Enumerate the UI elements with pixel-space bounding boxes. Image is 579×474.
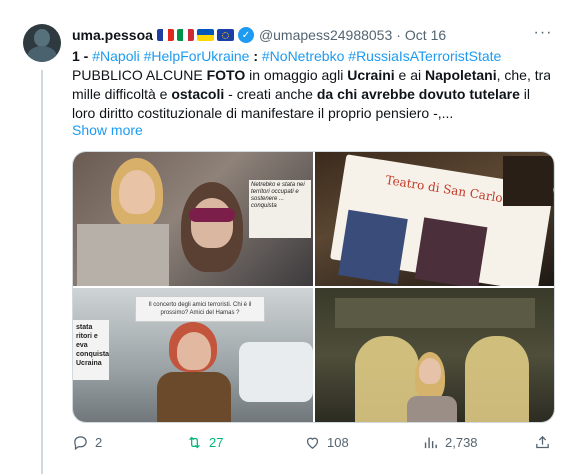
tweet[interactable]: uma.pessoa ✓ @umapess24988053 · Oct 16 ·… xyxy=(0,0,579,474)
tweet-header: uma.pessoa ✓ @umapess24988053 · Oct 16 xyxy=(72,26,446,44)
thread-number: 1 - xyxy=(72,48,93,64)
author-handle[interactable]: @umapess24988053 xyxy=(259,27,392,43)
tweet-text-line-2: PUBBLICO ALCUNE FOTO in omaggio agli Ucr… xyxy=(72,66,550,85)
tweet-text-line-3: mille difficoltà e ostacoli - creati anc… xyxy=(72,85,550,104)
avatar-shoulders xyxy=(27,46,57,62)
flag-emojis xyxy=(156,29,234,41)
text-bold-segment: FOTO xyxy=(206,67,246,83)
share-button[interactable] xyxy=(534,432,551,452)
text-segment: in omaggio agli xyxy=(245,67,348,83)
tweet-date[interactable]: Oct 16 xyxy=(405,27,446,43)
photo-body xyxy=(407,396,457,422)
like-count: 108 xyxy=(327,434,349,450)
tweet-text-line-1: 1 - #Napoli #HelpForUkraine : #NoNetrebk… xyxy=(72,47,550,66)
text-bold-segment: da chi avrebbe dovuto tutelare xyxy=(316,86,520,102)
photo-car xyxy=(239,342,313,402)
heart-icon xyxy=(306,437,319,449)
text-segment: il xyxy=(519,86,531,102)
colon-separator: : xyxy=(249,48,262,64)
tweet-actions: 2 27 108 2,738 xyxy=(72,432,555,452)
photo-person xyxy=(338,209,408,285)
tweet-text-line-4: loro diritto costituzionale di manifesta… xyxy=(72,105,454,121)
text-segment: mille difficoltà e xyxy=(72,86,172,102)
photo-4[interactable] xyxy=(315,288,554,422)
author-name[interactable]: uma.pessoa xyxy=(72,27,153,43)
hashtag-russiaisaterroriststate[interactable]: #RussiaIsATerroristState xyxy=(348,48,501,64)
photo-poster xyxy=(77,224,169,286)
avatar-head xyxy=(34,29,50,47)
text-bold-segment: ostacoli xyxy=(171,86,225,102)
hashtag-helpforukraine[interactable]: #HelpForUkraine xyxy=(144,48,250,64)
protest-sign-side: stata ritori e eva conquista Ucraina xyxy=(73,320,109,380)
photo-building xyxy=(503,156,553,206)
mask-shape xyxy=(189,208,235,222)
verified-badge-icon: ✓ xyxy=(237,27,254,43)
photo-arch xyxy=(465,336,529,422)
photo-face xyxy=(177,332,211,370)
reply-count: 2 xyxy=(95,434,103,450)
photo-face xyxy=(419,358,441,384)
photo-face xyxy=(119,170,155,214)
text-bold-segment: Ucraini xyxy=(347,67,395,83)
hashtag-napoli[interactable]: #Napoli xyxy=(92,48,139,64)
text-segment: , che, tra xyxy=(496,67,550,83)
text-segment: e ai xyxy=(394,67,426,83)
separator-dot: · xyxy=(396,27,401,43)
photo-3[interactable]: Il concerto degli amici terroristi. Chi … xyxy=(73,288,313,422)
views-count: 2,738 xyxy=(445,434,478,450)
photo-1[interactable]: Netrebko e stata nei territori occupati … xyxy=(73,152,313,286)
photo-face xyxy=(191,198,233,248)
retweet-button[interactable]: 27 xyxy=(186,432,223,452)
hashtag-nonetrebko[interactable]: #NoNetrebko xyxy=(262,48,345,64)
photo-facade xyxy=(335,298,535,328)
views-button[interactable]: 2,738 xyxy=(422,432,478,452)
reply-button[interactable]: 2 xyxy=(72,432,102,452)
avatar[interactable] xyxy=(23,24,61,62)
more-options-icon[interactable]: ··· xyxy=(532,25,554,44)
show-more-link[interactable]: Show more xyxy=(72,122,143,138)
share-icon xyxy=(536,435,549,448)
photo-body xyxy=(157,372,231,422)
retweet-count: 27 xyxy=(209,434,224,450)
reply-icon xyxy=(74,435,87,450)
media-grid: Netrebko e stata nei territori occupati … xyxy=(72,151,555,423)
tweet-text: 1 - #Napoli #HelpForUkraine : #NoNetrebk… xyxy=(72,47,550,123)
protest-sign: Netrebko e stata nei territori occupati … xyxy=(249,180,311,238)
eu-flag-icon xyxy=(216,29,234,41)
ukraine-flag-icon xyxy=(196,29,214,41)
france-flag-icon xyxy=(156,29,174,41)
italy-flag-icon xyxy=(176,29,194,41)
photo-person xyxy=(414,217,488,286)
text-segment: - creati anche xyxy=(224,86,317,102)
text-segment: PUBBLICO ALCUNE xyxy=(72,67,207,83)
views-bar-chart-icon xyxy=(424,437,437,448)
like-button[interactable]: 108 xyxy=(304,432,349,452)
text-bold-segment: Napoletani xyxy=(425,67,497,83)
photo-2[interactable]: Teatro di San Carlo xyxy=(315,152,554,286)
protest-banner: Il concerto degli amici terroristi. Chi … xyxy=(135,296,265,322)
retweet-icon xyxy=(189,436,200,448)
